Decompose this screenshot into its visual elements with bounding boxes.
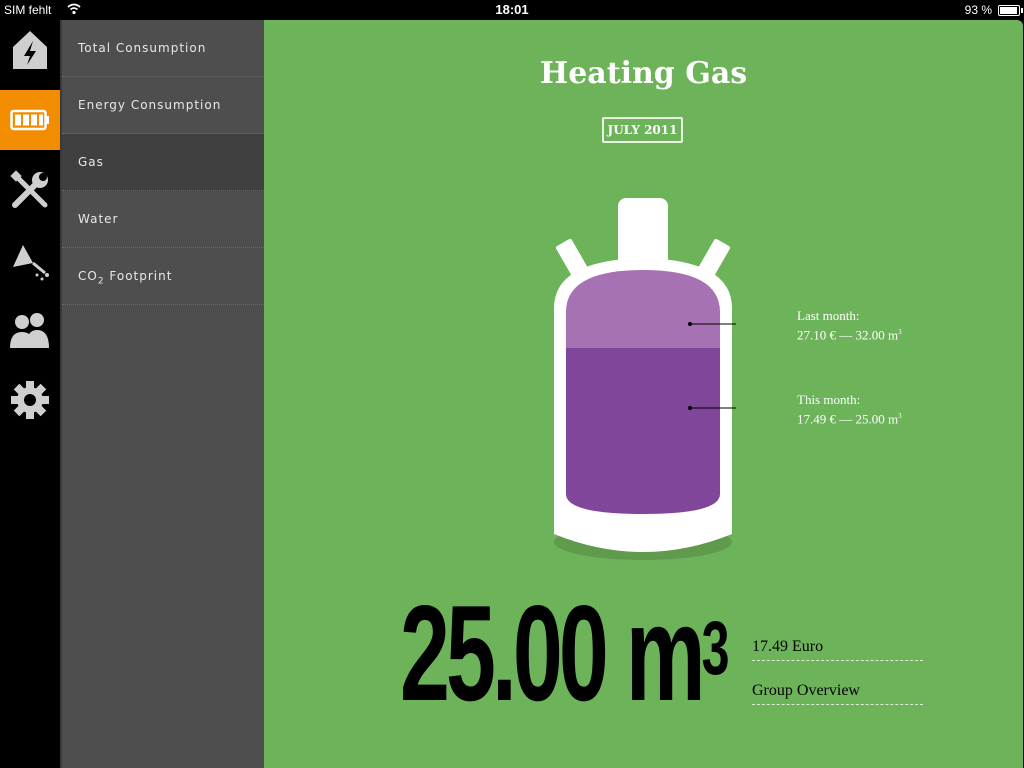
- page-title: Heating Gas: [539, 56, 748, 91]
- this-month-annotation: This month: 17.49 € — 25.00 m3: [797, 392, 902, 427]
- wifi-icon: [67, 3, 81, 18]
- house-lightning-icon: [13, 31, 47, 69]
- status-battery-icon: [998, 5, 1023, 16]
- menu-item-co2-footprint[interactable]: CO2 Footprint: [62, 248, 264, 305]
- date-selector[interactable]: JULY 2011: [602, 117, 683, 143]
- group-overview-link[interactable]: Group Overview: [752, 682, 923, 705]
- main-panel: Heating Gas JULY 2011 Last month: 27.10 …: [264, 20, 1023, 768]
- rail-item-community[interactable]: [0, 300, 60, 360]
- cost-link[interactable]: 17.49 Euro: [752, 638, 923, 661]
- battery-icon: [10, 109, 49, 131]
- this-month-value: 17.49 € — 25.00 m: [797, 411, 899, 427]
- menu-item-label: Energy Consumption: [78, 98, 222, 112]
- menu-item-label: Water: [78, 212, 119, 226]
- this-month-unit-exponent: 3: [898, 412, 902, 420]
- people-icon: [10, 313, 49, 348]
- menu-item-subscript: 2: [97, 276, 105, 287]
- rail-item-water[interactable]: [0, 230, 60, 290]
- carrier-label: SIM fehlt: [4, 3, 52, 17]
- rail-item-home[interactable]: [0, 20, 60, 80]
- menu-item-label-suffix: Footprint: [104, 269, 173, 283]
- battery-percentage: 93 %: [964, 3, 992, 17]
- gear-icon: [11, 381, 49, 419]
- rail-item-energy[interactable]: [0, 90, 68, 150]
- menu-item-label: Gas: [78, 155, 104, 169]
- consumption-value: 25.00 m: [400, 577, 706, 729]
- menu-item-total-consumption[interactable]: Total Consumption: [62, 20, 264, 77]
- this-month-level: [566, 348, 720, 514]
- menu-item-energy-consumption[interactable]: Energy Consumption: [62, 77, 264, 134]
- tools-icon: [10, 170, 48, 208]
- menu-item-label: Total Consumption: [78, 41, 207, 55]
- this-month-label: This month:: [797, 392, 861, 407]
- last-month-level: [566, 270, 720, 348]
- menu-item-water[interactable]: Water: [62, 191, 264, 248]
- rail-item-tools[interactable]: [0, 160, 60, 220]
- menu-item-label: CO: [78, 269, 98, 283]
- consumption-unit-exponent: 3: [701, 606, 730, 691]
- gas-tank-illustration: [554, 198, 736, 560]
- menu-item-gas[interactable]: Gas: [62, 134, 272, 191]
- icon-rail: [0, 20, 68, 768]
- last-month-label: Last month:: [797, 308, 860, 323]
- last-month-annotation: Last month: 27.10 € — 32.00 m3: [797, 308, 902, 343]
- last-month-unit-exponent: 3: [898, 328, 902, 336]
- rail-item-settings[interactable]: [0, 370, 60, 430]
- last-month-value: 27.10 € — 32.00 m: [797, 327, 899, 343]
- submenu: Total Consumption Energy Consumption Gas…: [60, 20, 272, 768]
- status-time: 18:01: [495, 2, 529, 17]
- status-bar: SIM fehlt 18:01 93 %: [0, 0, 1024, 20]
- shower-icon: [13, 245, 49, 281]
- consumption-total: 25.00 m3: [400, 585, 730, 721]
